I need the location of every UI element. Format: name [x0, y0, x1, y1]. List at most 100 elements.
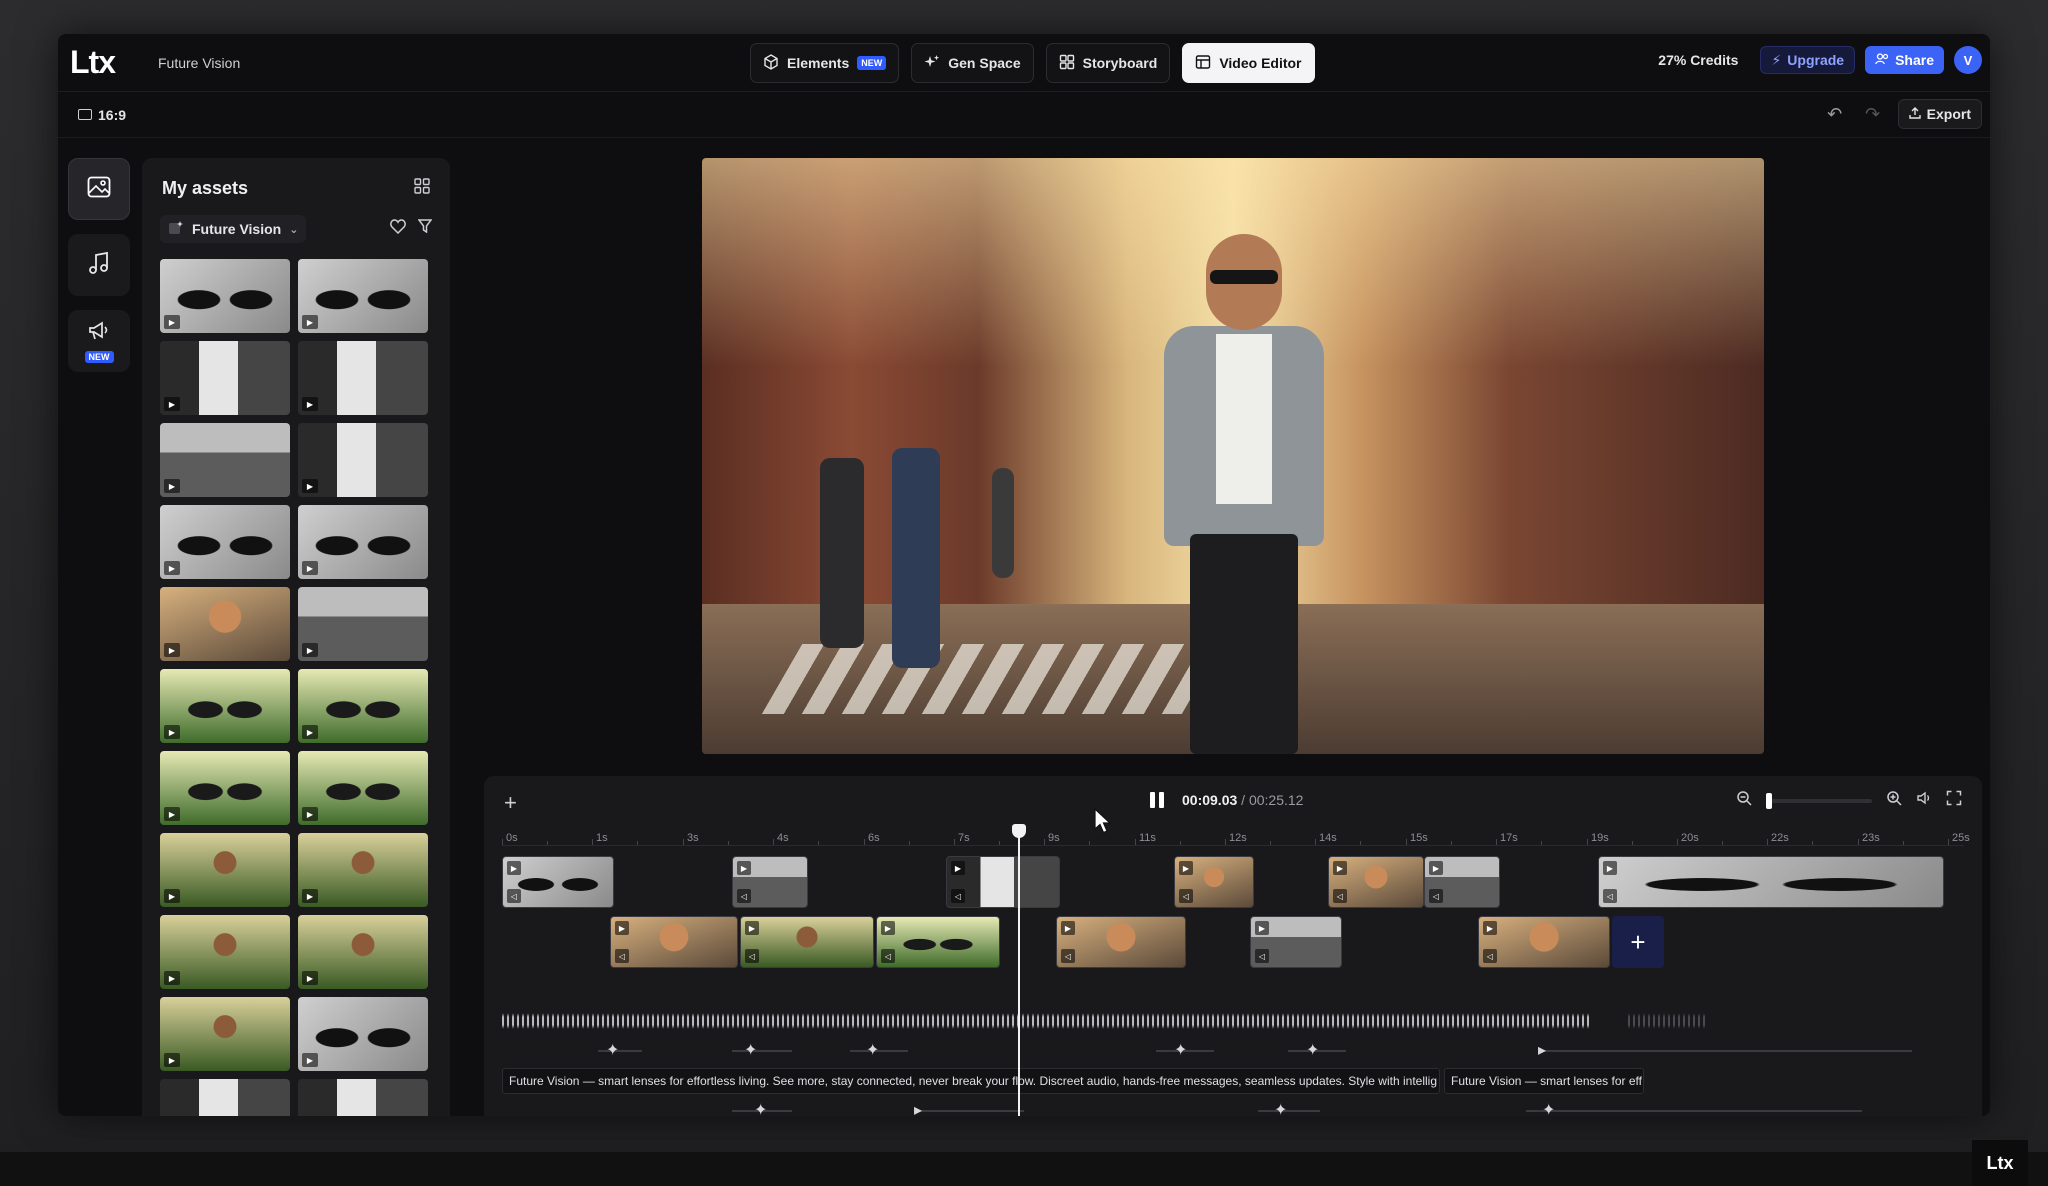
asset-thumbnail[interactable]: ▶	[298, 833, 428, 907]
ruler-tick	[592, 839, 593, 845]
timeline-clip[interactable]: ▶ ◁	[1174, 856, 1254, 908]
share-button[interactable]: Share	[1865, 46, 1944, 74]
rail-item-music[interactable]	[68, 234, 130, 296]
asset-thumbnail[interactable]: ▶	[298, 587, 428, 661]
asset-thumbnail[interactable]: ▶	[298, 915, 428, 989]
folder-dropdown[interactable]: Future Vision ⌄	[160, 215, 307, 243]
fullscreen-icon[interactable]	[1946, 790, 1962, 811]
playhead[interactable]	[1012, 824, 1026, 1116]
caption-clip[interactable]: Future Vision — smart lenses for eff	[1444, 1068, 1644, 1094]
asset-thumbnail[interactable]: ▶	[160, 505, 290, 579]
rail-item-images[interactable]	[68, 158, 130, 220]
tab-gen-space[interactable]: Gen Space	[911, 43, 1034, 83]
asset-thumbnail[interactable]: ▶	[298, 669, 428, 743]
upgrade-button[interactable]: ⚡ Upgrade	[1760, 46, 1856, 74]
ltx-logo[interactable]: Ltx	[70, 44, 148, 81]
timeline-clip[interactable]: ▶ ◁	[876, 916, 1000, 968]
asset-thumbnail[interactable]: ▶	[160, 341, 290, 415]
music-marker[interactable]: ▸	[914, 1102, 936, 1116]
music-marker[interactable]: ✦	[1542, 1102, 1564, 1116]
add-track-icon[interactable]: +	[504, 790, 517, 816]
timeline-clip[interactable]: ▶ ◁	[740, 916, 874, 968]
asset-thumbnail[interactable]: ▶	[298, 423, 428, 497]
zoom-out-icon[interactable]	[1736, 790, 1752, 811]
audio-track[interactable]	[1628, 1008, 1708, 1034]
timeline-clip[interactable]: ▶ ◁	[1424, 856, 1500, 908]
asset-thumbnail[interactable]: ▶	[298, 997, 428, 1071]
export-button[interactable]: Export	[1897, 99, 1982, 129]
asset-thumbnail[interactable]: ▶	[298, 505, 428, 579]
play-icon: ▶	[302, 971, 318, 985]
asset-thumbnail[interactable]: ▶	[160, 669, 290, 743]
sfx-marker[interactable]: ✦	[1174, 1042, 1196, 1060]
filter-icon[interactable]	[417, 219, 433, 239]
volume-icon[interactable]	[1916, 790, 1932, 811]
project-title[interactable]: Future Vision	[158, 55, 240, 71]
ruler-tick	[502, 839, 503, 845]
rail-item-voiceover[interactable]: NEW	[68, 310, 130, 372]
asset-thumbnail[interactable]: ▶	[160, 915, 290, 989]
ruler-tick	[1767, 839, 1768, 845]
sfx-marker[interactable]: ✦	[606, 1042, 628, 1060]
timeline-clip[interactable]: ▶ ◁	[502, 856, 614, 908]
pause-icon[interactable]	[1150, 792, 1164, 808]
main-nav: Elements NEW Gen Space Storyboard Video	[750, 43, 1315, 83]
music-track: ✦ ▸ ✦ ✦	[502, 1100, 1964, 1116]
timeline-clip[interactable]: ▶ ◁	[946, 856, 1060, 908]
timeline-clip[interactable]: ▶ ◁	[1478, 916, 1610, 968]
upgrade-label: Upgrade	[1787, 52, 1845, 68]
timeline-ruler[interactable]: 0s 1s 3s 4s 6s 7s 9s 11s 12s 14s 15s 17s 19s 20s 22s 23…	[502, 832, 1970, 846]
zoom-slider-handle[interactable]	[1766, 792, 1772, 809]
playhead-handle[interactable]	[1012, 824, 1026, 838]
caption-clip[interactable]: Future Vision — smart lenses for effortl…	[502, 1068, 1440, 1094]
video-preview[interactable]	[702, 158, 1764, 754]
sfx-marker[interactable]: ✦	[744, 1042, 766, 1060]
tab-elements[interactable]: Elements NEW	[750, 43, 900, 83]
left-rail: NEW	[66, 158, 132, 372]
asset-thumbnail[interactable]: ▶	[160, 997, 290, 1071]
asset-thumbnail[interactable]: ▶	[298, 341, 428, 415]
add-clip-button[interactable]: +	[1612, 916, 1664, 968]
tab-elements-label: Elements	[787, 55, 850, 71]
asset-thumbnail[interactable]: ▶	[160, 1079, 290, 1116]
asset-thumbnail[interactable]: ▶	[160, 751, 290, 825]
grid-view-icon[interactable]	[414, 178, 430, 199]
music-marker[interactable]: ✦	[1274, 1102, 1296, 1116]
ruler-tick	[547, 841, 548, 845]
ruler-tick	[818, 841, 819, 845]
asset-thumbnail[interactable]: ▶	[298, 259, 428, 333]
zoom-slider[interactable]	[1766, 792, 1872, 809]
bottom-strip	[0, 1152, 2048, 1186]
asset-thumbnail[interactable]: ▶	[160, 423, 290, 497]
credits-indicator[interactable]: 27% Credits	[1658, 52, 1738, 68]
timeline-clip[interactable]: ▶ ◁	[732, 856, 808, 908]
timeline-clip[interactable]: ▶ ◁	[1598, 856, 1944, 908]
avatar[interactable]: V	[1954, 46, 1982, 74]
play-icon: ▶	[164, 971, 180, 985]
ruler-tick	[1360, 841, 1361, 845]
audio-track[interactable]	[502, 1008, 1592, 1034]
heart-icon[interactable]	[390, 219, 406, 239]
asset-thumbnail[interactable]: ▶	[298, 1079, 428, 1116]
asset-thumbnail[interactable]: ▶	[160, 259, 290, 333]
timeline-clip[interactable]: ▶ ◁	[1056, 916, 1186, 968]
aspect-ratio-selector[interactable]: 16:9	[78, 107, 126, 123]
tab-video-editor[interactable]: Video Editor	[1182, 43, 1315, 83]
tab-storyboard[interactable]: Storyboard	[1045, 43, 1171, 83]
timeline-clip[interactable]: ▶ ◁	[1328, 856, 1424, 908]
asset-thumbnail[interactable]: ▶	[160, 587, 290, 661]
timeline-clip[interactable]: ▶ ◁	[1250, 916, 1342, 968]
undo-icon[interactable]: ↶	[1822, 101, 1848, 127]
music-marker[interactable]: ✦	[754, 1102, 776, 1116]
sfx-marker[interactable]: ✦	[1306, 1042, 1328, 1060]
ruler-tick	[864, 839, 865, 845]
play-icon: ▶	[302, 1053, 318, 1067]
redo-icon[interactable]: ↷	[1860, 101, 1886, 127]
playback-controls: 00:09.03 / 00:25.12	[1150, 792, 1303, 808]
asset-thumbnail[interactable]: ▶	[160, 833, 290, 907]
timeline-clip[interactable]: ▶ ◁	[610, 916, 738, 968]
sfx-marker[interactable]: ✦	[866, 1042, 888, 1060]
asset-thumbnail[interactable]: ▶	[298, 751, 428, 825]
sfx-marker[interactable]: ▸	[1538, 1042, 1560, 1060]
zoom-in-icon[interactable]	[1886, 790, 1902, 811]
